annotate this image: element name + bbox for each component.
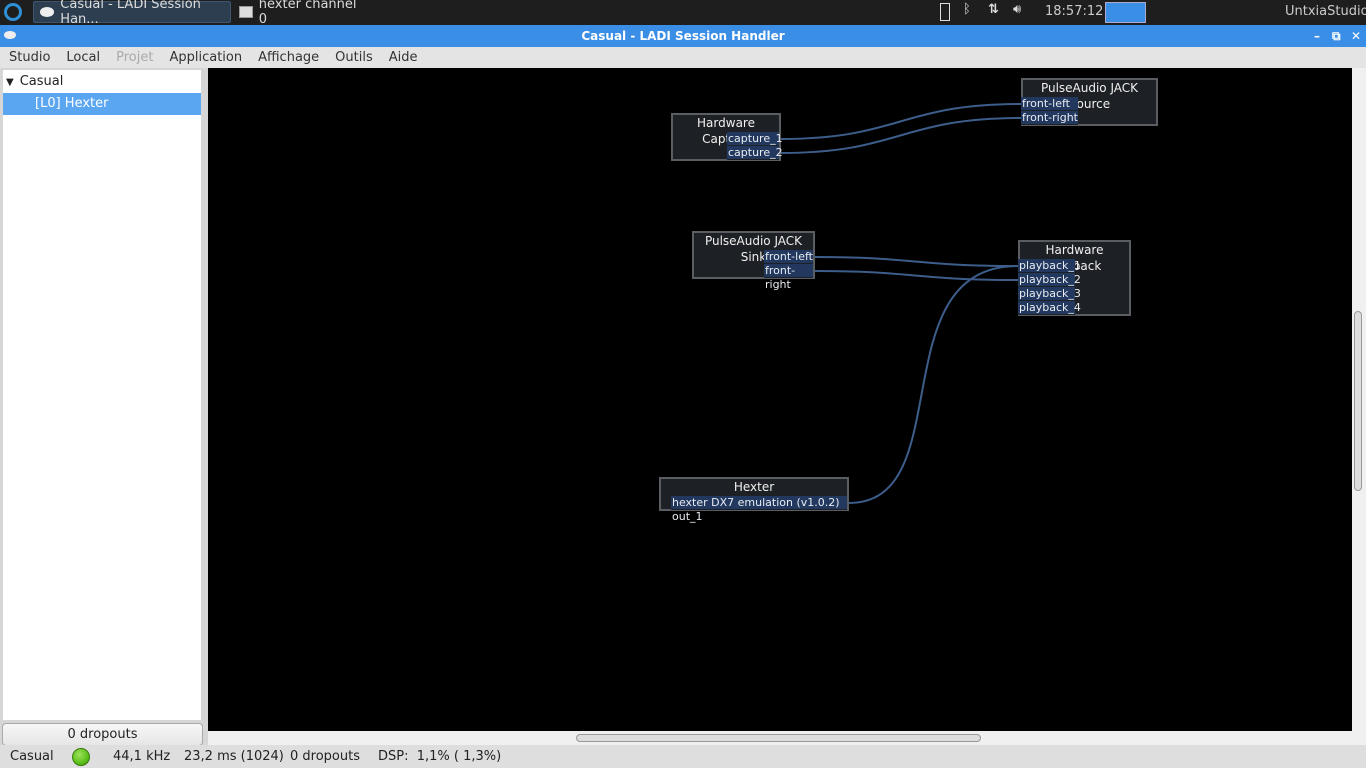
- node-title: Hardware Capture: [697, 116, 755, 146]
- menu-application[interactable]: Application: [161, 50, 250, 65]
- port-playback-3[interactable]: playback_3: [1018, 287, 1081, 301]
- studio-name: Casual: [10, 749, 54, 764]
- volume-icon[interactable]: 🔊︎: [1013, 2, 1021, 17]
- patchbay-canvas[interactable]: [208, 68, 1356, 731]
- bluetooth-icon[interactable]: ᛒ: [963, 2, 971, 17]
- latency[interactable]: 23,2 ms (1024): [184, 749, 284, 764]
- node-title: Hardware Playback: [1045, 243, 1104, 273]
- node-title: PulseAudio JACK Sink: [704, 234, 803, 264]
- port-front-left[interactable]: front-left: [764, 250, 813, 264]
- user-name[interactable]: UntxiaStudio: [1285, 4, 1366, 19]
- task-label: hexter channel 0: [258, 0, 357, 27]
- menubar: Studio Local Projet Application Affichag…: [0, 47, 1366, 68]
- menu-affichage[interactable]: Affichage: [250, 50, 327, 65]
- vertical-scroll-thumb[interactable]: [1354, 311, 1362, 491]
- expand-arrow-icon[interactable]: ▼: [3, 77, 20, 88]
- window-icon: [239, 6, 253, 18]
- node-hardware-capture[interactable]: Hardware Capture capture_1 capture_2: [671, 113, 783, 161]
- minimize-icon[interactable]: –: [1314, 25, 1320, 47]
- node-hardware-playback[interactable]: Hardware Playback playback_1 playback_2 …: [1018, 240, 1131, 316]
- studio-tree: ▼ Casual [L0] Hexter: [3, 70, 201, 720]
- ladish-icon: [40, 7, 55, 17]
- menu-local[interactable]: Local: [58, 50, 108, 65]
- node-title: Hexter: [733, 480, 775, 494]
- statusbar: Casual 44,1 kHz 23,2 ms (1024) 0 dropout…: [0, 745, 1366, 768]
- server-status-icon: [72, 748, 90, 766]
- node-pulseaudio-source[interactable]: PulseAudio JACK Source front-left front-…: [1021, 78, 1158, 126]
- dropouts-button[interactable]: 0 dropouts: [2, 723, 203, 746]
- dsp-load: DSP: 1,1% ( 1,3%): [378, 749, 502, 764]
- tree-item-casual[interactable]: ▼ Casual: [3, 71, 201, 93]
- node-hexter[interactable]: Hexter hexter DX7 emulation (v1.0.2) out…: [659, 477, 849, 523]
- port-playback-4[interactable]: playback_4: [1018, 301, 1081, 315]
- workspace-1[interactable]: [1105, 2, 1146, 23]
- battery-icon[interactable]: [940, 3, 950, 21]
- clock: 18:57:12: [1045, 4, 1104, 19]
- port-capture-1[interactable]: capture_1: [727, 132, 783, 146]
- dropouts-count: 0 dropouts: [290, 749, 360, 764]
- task-ladish[interactable]: Casual - LADI Session Han...: [33, 0, 231, 27]
- sample-rate: 44,1 kHz: [113, 749, 171, 764]
- taskbar: Casual - LADI Session Han... hexter chan…: [0, 0, 1366, 27]
- task-label: Casual - LADI Session Han...: [60, 0, 201, 27]
- port-hexter-out-1[interactable]: hexter DX7 emulation (v1.0.2) out_1: [671, 496, 847, 523]
- close-icon[interactable]: ✕: [1351, 25, 1361, 47]
- port-front-right[interactable]: front-right: [764, 264, 813, 291]
- port-front-left[interactable]: front-left: [1021, 97, 1078, 111]
- port-playback-2[interactable]: playback_2: [1018, 273, 1081, 287]
- maximize-icon[interactable]: ⧉: [1332, 25, 1341, 47]
- app-menu-icon[interactable]: [4, 3, 22, 21]
- port-front-right[interactable]: front-right: [1021, 111, 1078, 125]
- task-hexter[interactable]: hexter channel 0: [233, 0, 373, 27]
- node-pulseaudio-sink[interactable]: PulseAudio JACK Sink front-left front-ri…: [692, 231, 815, 291]
- horizontal-scroll-thumb[interactable]: [576, 734, 981, 742]
- menu-projet: Projet: [116, 50, 154, 65]
- menu-aide[interactable]: Aide: [381, 50, 426, 65]
- node-title: PulseAudio JACK Source: [1040, 81, 1139, 111]
- menu-studio[interactable]: Studio: [1, 50, 58, 65]
- network-icon[interactable]: ⇅: [988, 2, 999, 17]
- port-capture-2[interactable]: capture_2: [727, 146, 783, 160]
- app-icon: [4, 31, 16, 39]
- menu-outils[interactable]: Outils: [327, 50, 381, 65]
- port-playback-1[interactable]: playback_1: [1018, 259, 1081, 273]
- tree-label: Casual: [19, 74, 64, 89]
- window-titlebar[interactable]: Casual - LADI Session Handler – ⧉ ✕: [0, 25, 1366, 47]
- tree-item-hexter[interactable]: [L0] Hexter: [3, 93, 201, 115]
- window-title: Casual - LADI Session Handler: [581, 29, 785, 43]
